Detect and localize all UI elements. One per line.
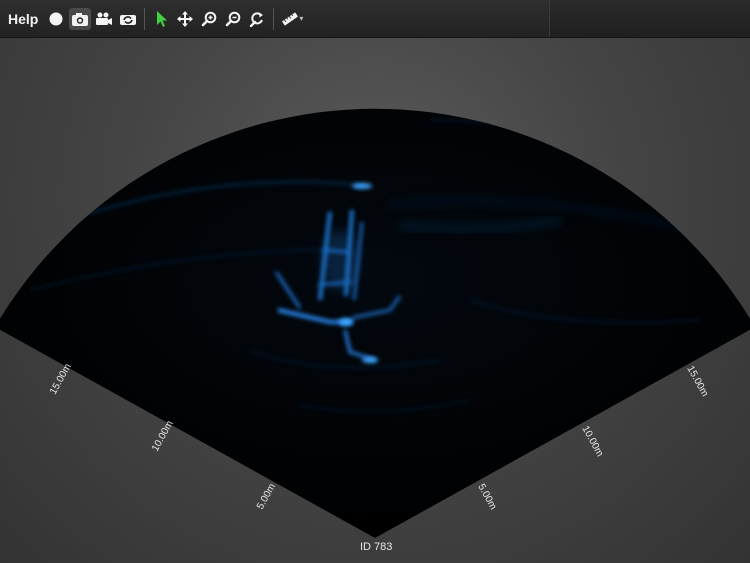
sonar-view[interactable]: 5.00m 10.00m 15.00m 5.00m 10.00m 15.00m xyxy=(0,0,750,563)
range-label-right-15m: 15.00m xyxy=(684,364,710,399)
sonar-id-label: ID 783 xyxy=(360,541,393,553)
range-label-right-10m: 10.00m xyxy=(579,424,605,459)
range-label-left-15m: 15.00m xyxy=(48,362,74,397)
range-label-left-5m: 5.00m xyxy=(255,482,278,512)
range-label-left-10m: 10.00m xyxy=(150,419,176,454)
range-label-right-5m: 5.00m xyxy=(475,482,498,512)
